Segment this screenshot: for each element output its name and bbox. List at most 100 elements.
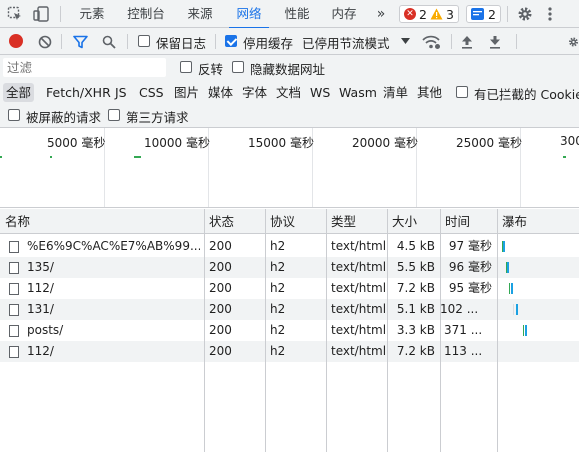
network-conditions-icon[interactable] [422,33,441,50]
type-filter-other[interactable]: 其他 [414,83,445,102]
preserve-log-label: 保留日志 [156,36,207,51]
column-header-status[interactable]: 状态 [204,209,234,234]
error-icon: ✕ [404,8,416,20]
type-filter-manifest[interactable]: 清单 [380,83,411,102]
table-row[interactable]: 135/ 200 h2 text/html 5.5 kB 96 毫秒 [0,257,579,278]
message-count: 2 [488,6,496,22]
request-time: 97 毫秒 [448,239,492,253]
request-size: 5.1 kB [396,302,435,316]
column-header-time[interactable]: 时间 [440,209,470,234]
blocked-cookies-checkbox[interactable] [456,86,468,98]
timeline-overview[interactable]: 5000 毫秒 10000 毫秒 15000 毫秒 20000 毫秒 25000… [0,128,579,208]
type-filter-all[interactable]: 全部 [3,83,35,102]
throttling-select[interactable]: 已停用节流模式 [302,33,390,52]
table-row[interactable]: 112/ 200 h2 text/html 7.2 kB 113 ... [0,341,579,362]
request-type: text/html [331,239,387,253]
hide-data-urls-checkbox[interactable] [232,61,244,73]
blocked-cookies-label: 有已拦截的 Cookie [474,87,579,102]
type-filter-doc[interactable]: 文档 [273,83,304,102]
import-har-icon[interactable] [460,34,474,49]
devtools-tab-bar: 元素 控制台 来源 网络 性能 内存 » ✕ 2 3 2 [0,0,579,29]
column-header-name[interactable]: 名称 [0,209,30,234]
request-time: 113 ... [444,344,483,358]
tab-memory[interactable]: 内存 [325,0,363,28]
timeline-tick: 300 [560,134,579,148]
hide-data-urls-label: 隐藏数据网址 [250,62,326,77]
table-row[interactable]: posts/ 200 h2 text/html 3.3 kB 371 ... [0,320,579,341]
invert-label: 反转 [198,62,224,77]
clear-icon[interactable] [37,34,52,49]
request-status: 200 [209,302,232,316]
timeline-tick: 10000 毫秒 [144,136,210,150]
waterfall-wait-bar [523,325,524,336]
table-row[interactable]: 131/ 200 h2 text/html 5.1 kB 102 ... [0,299,579,320]
overview-bar [563,156,566,158]
tab-elements[interactable]: 元素 [73,0,111,28]
request-name: posts/ [27,323,64,337]
request-status: 200 [209,344,232,358]
search-icon[interactable] [101,34,116,49]
tab-network[interactable]: 网络 [229,0,269,29]
disable-cache-label: 停用缓存 [243,36,294,51]
network-settings-gear-icon[interactable] [568,34,579,49]
request-name: %E6%9C%AC%E7%AB%99... [27,239,200,253]
messages-counter[interactable]: 2 [466,5,501,23]
device-toolbar-icon[interactable] [32,5,50,23]
third-party-checkbox[interactable] [108,109,120,121]
table-row[interactable]: %E6%9C%AC%E7%AB%99... 200 h2 text/html 4… [0,236,579,257]
overview-bar [134,156,141,158]
type-filter-js[interactable]: JS [112,83,130,102]
tab-console[interactable]: 控制台 [121,0,171,28]
request-protocol: h2 [270,239,286,253]
document-icon [9,241,19,253]
request-time: 96 毫秒 [448,260,492,274]
chevron-down-icon[interactable] [400,37,410,45]
network-toolbar: 保留日志 停用缓存 已停用节流模式 [0,28,579,55]
issues-counter[interactable]: ✕ 2 3 [399,5,459,23]
request-name: 112/ [27,344,54,358]
request-status: 200 [209,239,232,253]
filter-input[interactable] [3,58,166,77]
type-filter-ws[interactable]: WS [307,83,333,102]
requests-table-header: 名称 状态 协议 类型 大小 时间 瀑布 [0,209,579,234]
preserve-log-checkbox[interactable] [138,35,150,47]
timeline-tick: 5000 毫秒 [47,136,106,150]
overview-bar [50,156,52,158]
tab-sources[interactable]: 来源 [181,0,219,28]
request-size: 5.5 kB [396,260,435,274]
type-filter-wasm[interactable]: Wasm [336,83,380,102]
more-options-icon[interactable] [545,5,555,23]
table-row[interactable]: 112/ 200 h2 text/html 7.2 kB 95 毫秒 [0,278,579,299]
column-header-type[interactable]: 类型 [326,209,356,234]
third-party-label: 第三方请求 [126,110,189,125]
blocked-requests-checkbox[interactable] [8,109,20,121]
column-header-waterfall[interactable]: 瀑布 [497,209,527,234]
type-filter-img[interactable]: 图片 [171,83,202,102]
column-header-protocol[interactable]: 协议 [265,209,295,234]
record-icon[interactable] [9,34,23,48]
request-type: text/html [331,260,387,274]
tab-performance[interactable]: 性能 [279,0,315,28]
type-filter-font[interactable]: 字体 [239,83,270,102]
filter-icon[interactable] [72,34,88,49]
invert-checkbox[interactable] [180,61,192,73]
gear-icon[interactable] [516,5,534,23]
request-size: 4.5 kB [396,239,435,253]
type-filter-css[interactable]: CSS [136,83,167,102]
type-filter-fetch-xhr[interactable]: Fetch/XHR [43,83,114,102]
filter-bar: 反转 隐藏数据网址 [0,55,579,80]
request-size: 3.3 kB [396,323,435,337]
disable-cache-checkbox[interactable] [225,35,237,47]
type-filter-media[interactable]: 媒体 [205,83,236,102]
more-tabs-button[interactable]: » [372,0,390,28]
document-icon [9,262,19,274]
request-name: 112/ [27,281,54,295]
message-icon [471,8,484,20]
request-size: 7.2 kB [396,281,435,295]
request-protocol: h2 [270,281,286,295]
warning-icon [430,8,443,20]
column-header-size[interactable]: 大小 [387,209,417,234]
export-har-icon[interactable] [488,34,502,49]
request-type: text/html [331,302,387,316]
inspect-element-icon[interactable] [7,6,23,22]
